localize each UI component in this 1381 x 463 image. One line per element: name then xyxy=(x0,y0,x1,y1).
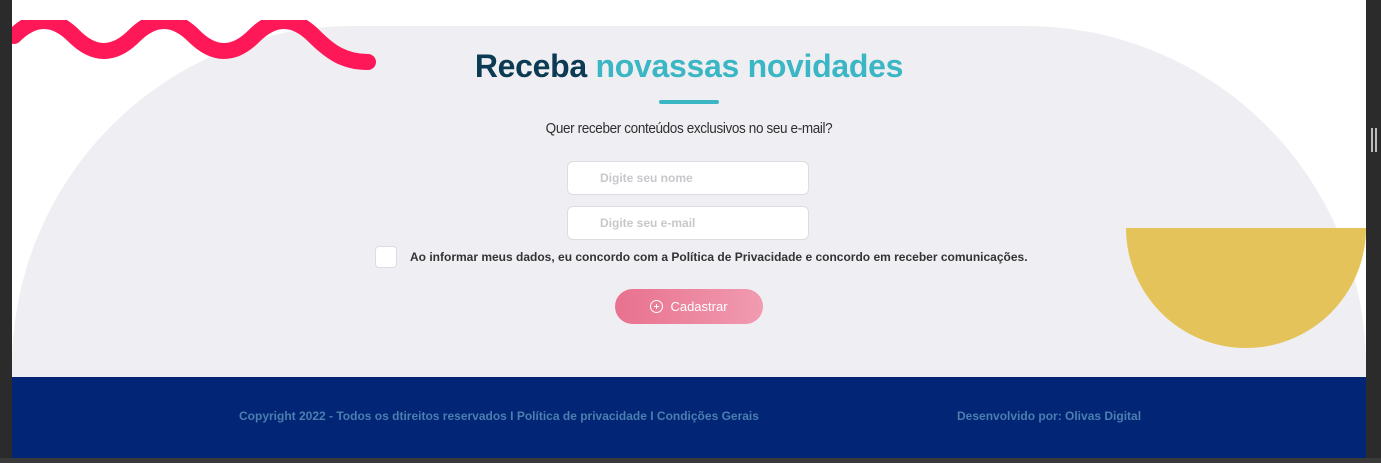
submit-label: Cadastrar xyxy=(670,299,728,314)
plus-circle-icon xyxy=(650,300,664,313)
footer-developer-link[interactable]: Desenvolvido por: Olivas Digital xyxy=(957,409,1141,423)
consent-label: Ao informar meus dados, eu concordo com … xyxy=(410,250,1028,264)
title-part-teal: novassas novidades xyxy=(595,48,904,84)
newsletter-subtitle: Quer receber conteúdos exclusivos no seu… xyxy=(545,120,833,137)
window-bottom-edge xyxy=(0,458,1381,463)
email-input[interactable] xyxy=(567,206,809,240)
scrollbar-grip[interactable] xyxy=(1371,128,1377,152)
footer-copyright: Copyright 2022 - Todos os dtireitos rese… xyxy=(239,409,759,423)
title-part-dark: Receba xyxy=(474,48,587,84)
newsletter-title: Receba novassas novidades xyxy=(12,48,1366,85)
submit-button[interactable]: Cadastrar xyxy=(615,289,763,324)
name-input[interactable] xyxy=(567,161,809,195)
title-underline xyxy=(659,100,719,104)
page: Receba novassas novidades Quer receber c… xyxy=(12,0,1366,458)
scrollbar[interactable] xyxy=(1366,0,1381,463)
footer: Copyright 2022 - Todos os dtireitos rese… xyxy=(12,377,1366,458)
consent-row: Ao informar meus dados, eu concordo com … xyxy=(375,246,1028,268)
consent-checkbox[interactable] xyxy=(375,246,397,268)
